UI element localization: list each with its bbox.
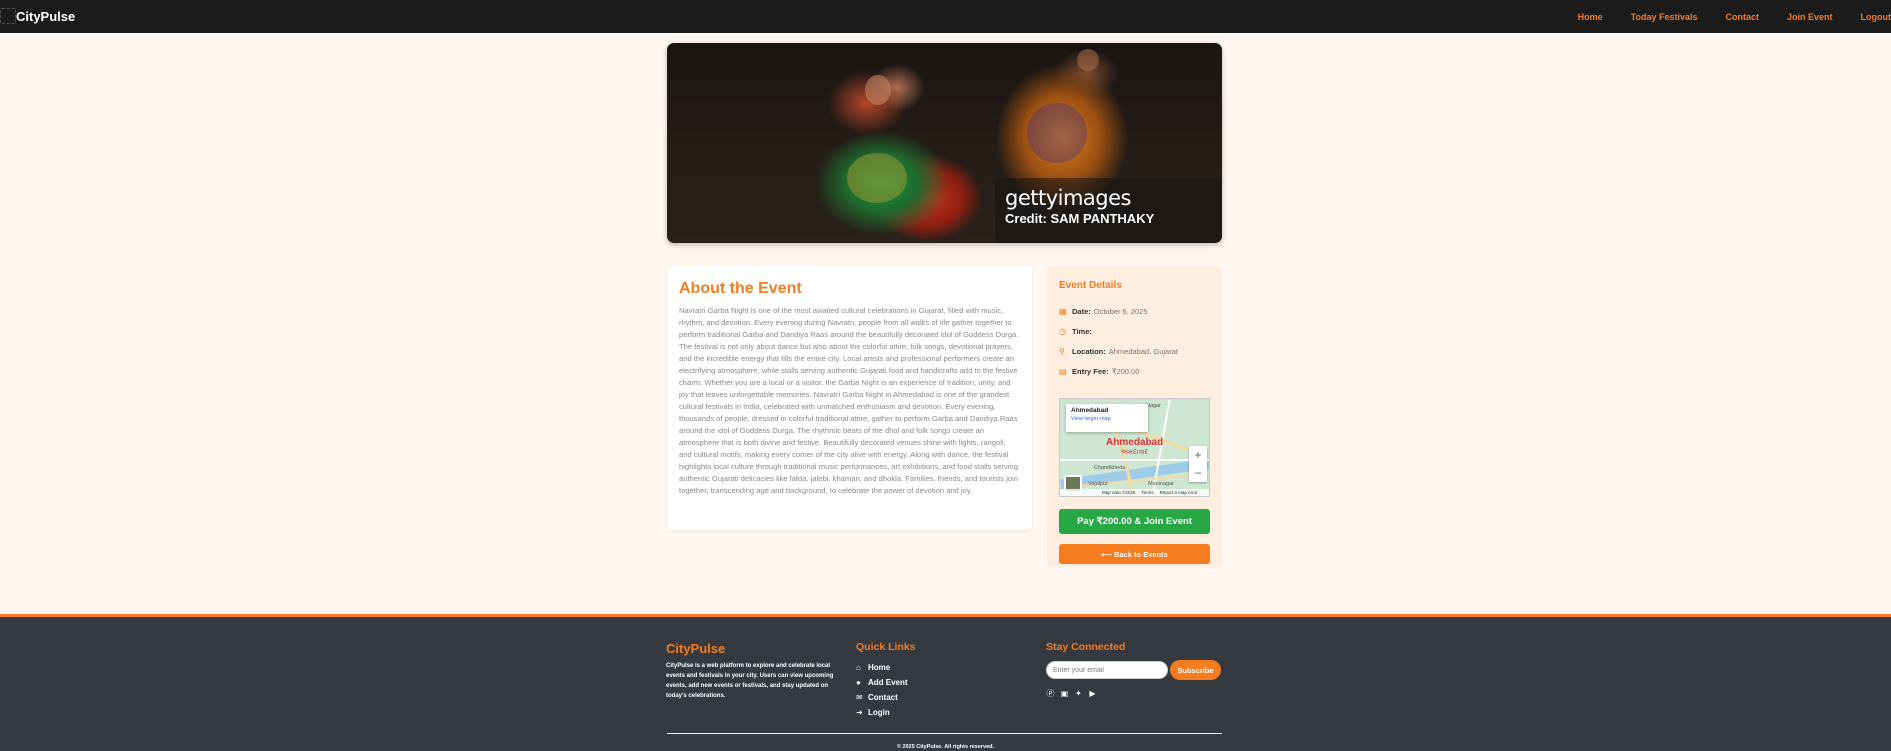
twitter-icon[interactable]: ✦ [1074, 689, 1083, 698]
fee-label: Entry Fee: [1072, 366, 1109, 376]
about-card: About the Event Navratri Garba Night is … [667, 266, 1032, 530]
instagram-icon[interactable]: ▣ [1060, 689, 1069, 698]
brand-logo-icon [0, 8, 16, 24]
footer-quick-links-column: Quick Links ⌂ Home ● Add Event ✉ Contact… [856, 641, 916, 720]
quick-links-title: Quick Links [856, 641, 916, 653]
map-report-link[interactable]: Report a map error [1160, 490, 1198, 495]
brand-name[interactable]: CityPulse [16, 9, 75, 24]
photo-credit: Credit: SAM PANTHAKY [1005, 211, 1155, 226]
home-icon: ⌂ [856, 663, 861, 672]
detail-date: ▦ Date: October 5, 2025 [1059, 301, 1210, 321]
newsletter-email-input[interactable] [1046, 661, 1168, 679]
copyright: © 2025 CityPulse. All rights reserved. [896, 744, 995, 750]
nav-link-contact[interactable]: Contact [1725, 12, 1759, 22]
nav-links: Home Today Festivals Contact Join Event … [1550, 0, 1891, 33]
login-icon: ➜ [856, 708, 863, 717]
footer-link-home[interactable]: ⌂ Home [856, 660, 916, 675]
footer-about-text: CityPulse is a web platform to explore a… [666, 663, 834, 699]
detail-location: ⚲ Location: Ahmedabad, Gujarat [1059, 341, 1210, 361]
location-label: Location: [1072, 346, 1106, 356]
map-terms-link[interactable]: Terms [1141, 490, 1153, 495]
footer-link-login-label: Login [868, 708, 890, 717]
youtube-icon[interactable]: ▶ [1088, 689, 1097, 698]
navbar: CityPulse Home Today Festivals Contact J… [0, 0, 1891, 33]
footer-link-contact[interactable]: ✉ Contact [856, 690, 916, 705]
receipt-icon: ▤ [1059, 366, 1067, 376]
footer-link-home-label: Home [868, 663, 891, 672]
envelope-icon: ✉ [856, 693, 863, 702]
subscribe-button[interactable]: Subscribe [1170, 660, 1221, 680]
social-links: Ⓟ ▣ ✦ ▶ [1046, 689, 1221, 698]
pay-join-event-button[interactable]: Pay ₹200.00 & Join Event [1059, 509, 1210, 534]
back-to-events-button[interactable]: ⟵ Back to Events [1059, 544, 1210, 564]
time-label: Time: [1072, 326, 1092, 336]
brand[interactable]: CityPulse [0, 0, 75, 33]
zoom-in-icon[interactable]: + [1194, 448, 1201, 462]
map-label-vejalpur: Vejalpur [1088, 481, 1108, 487]
map-label-nagar: Nagar [1146, 403, 1161, 409]
map-zoom-controls: + − [1189, 446, 1207, 482]
event-details-card: Event Details ▦ Date: October 5, 2025 ◷ … [1047, 266, 1222, 567]
map-popup-title: Ahmedabad [1071, 407, 1109, 414]
clock-icon: ◷ [1059, 326, 1066, 336]
date-value: October 5, 2025 [1093, 306, 1148, 316]
stay-connected-title: Stay Connected [1046, 641, 1126, 653]
footer-stay-connected-column: Stay Connected Subscribe Ⓟ ▣ ✦ ▶ [1046, 641, 1221, 698]
event-hero-image: gettyimages Credit: SAM PANTHAKY [667, 43, 1222, 243]
footer-divider [667, 733, 1222, 734]
map-attribution: Map data ©2025 Terms Report a map error [1060, 489, 1209, 496]
footer-about-column: CityPulse CityPulse is a web platform to… [666, 641, 836, 701]
footer-link-login[interactable]: ➜ Login [856, 705, 916, 720]
location-value: Ahmedabad, Gujarat [1108, 346, 1178, 356]
view-larger-map-link[interactable]: View larger map [1071, 416, 1143, 422]
detail-time: ◷ Time: [1059, 321, 1210, 341]
map-city-local: અમદાવાદ [1120, 449, 1149, 456]
nav-link-home[interactable]: Home [1578, 12, 1603, 22]
about-description: Navratri Garba Night is one of the most … [679, 306, 1019, 495]
image-credit-overlay: gettyimages Credit: SAM PANTHAKY [995, 178, 1222, 243]
footer: CityPulse CityPulse is a web platform to… [0, 614, 1891, 751]
calendar-icon: ▦ [1059, 306, 1067, 316]
nav-link-today-festivals[interactable]: Today Festivals [1631, 12, 1698, 22]
map-data-text: Map data ©2025 [1102, 490, 1136, 495]
map-city-label: Ahmedabad અમદાવાદ [1106, 438, 1163, 458]
map-popup: Ahmedabad View larger map [1066, 404, 1148, 432]
location-map[interactable]: Nagar Chandkheda Maninagar Vejalpur Ahme… [1059, 398, 1210, 497]
fee-value: ₹200.00 [1111, 366, 1140, 376]
footer-link-add-event-label: Add Event [868, 678, 908, 687]
footer-link-contact-label: Contact [868, 693, 898, 702]
map-pin-icon: ⚲ [1059, 346, 1065, 356]
date-label: Date: [1072, 306, 1091, 316]
map-label-maninagar: Maninagar [1148, 481, 1174, 487]
subscribe-form: Subscribe [1046, 660, 1221, 680]
nav-link-join-event[interactable]: Join Event [1787, 12, 1833, 22]
facebook-icon[interactable]: Ⓟ [1046, 689, 1055, 698]
map-label-chandkheda: Chandkheda [1094, 465, 1126, 471]
detail-fee: ▤ Entry Fee: ₹200.00 [1059, 361, 1210, 381]
footer-brand: CityPulse [666, 641, 726, 656]
plus-circle-icon: ● [856, 678, 861, 687]
getty-watermark: gettyimages [1005, 186, 1132, 210]
zoom-out-icon[interactable]: − [1194, 466, 1201, 480]
footer-link-add-event[interactable]: ● Add Event [856, 675, 916, 690]
about-title: About the Event [679, 280, 802, 297]
map-city-name: Ahmedabad [1106, 437, 1164, 448]
event-details-title: Event Details [1059, 280, 1122, 291]
nav-link-logout[interactable]: Logout [1861, 12, 1891, 22]
